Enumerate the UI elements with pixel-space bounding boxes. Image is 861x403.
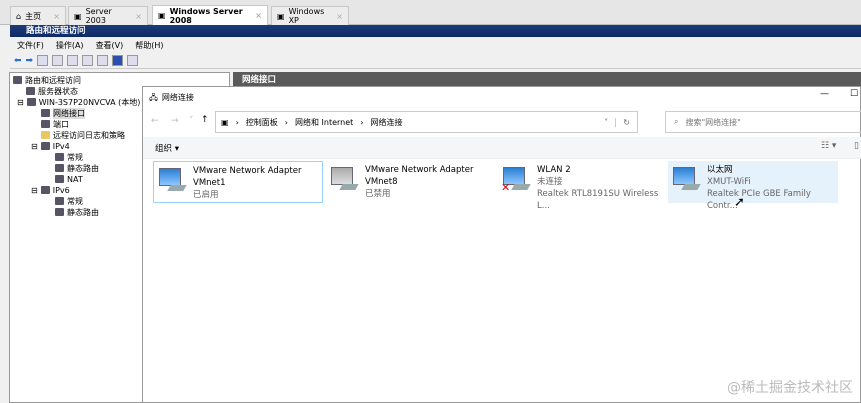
ethernet-adapter-icon: [671, 164, 701, 192]
breadcrumb-item[interactable]: 网络连接: [370, 117, 402, 128]
tree-item[interactable]: 端口: [41, 119, 69, 129]
preview-pane-icon[interactable]: ▯: [854, 141, 859, 151]
view-icon[interactable]: [127, 55, 139, 66]
disconnected-x-icon: ✕: [501, 181, 511, 194]
maximize-button[interactable]: ☐: [850, 89, 858, 99]
address-bar[interactable]: ▣ › 控制面板 › 网络和 Internet › 网络连接 ˅ ↻: [215, 111, 638, 133]
wireless-adapter-icon: ✕: [501, 164, 531, 194]
recent-dropdown[interactable]: ˅: [189, 116, 194, 126]
menu-action[interactable]: 操作(A): [56, 40, 84, 51]
server-icon: [26, 98, 36, 106]
back-button[interactable]: ←: [151, 116, 159, 126]
vm-icon: ▣: [158, 11, 166, 20]
tree-item[interactable]: 常规: [55, 196, 83, 206]
control-panel-icon: ▣: [221, 117, 229, 127]
refresh-icon[interactable]: [82, 55, 94, 66]
connection-wlan2[interactable]: ✕ WLAN 2 未连接 Realtek RTL8191SU Wireless L.…: [498, 161, 668, 211]
general-icon: [55, 197, 64, 205]
tab-server-2003[interactable]: ▣ Server 2003 ×: [68, 6, 148, 25]
collapse-icon[interactable]: ⊟: [31, 186, 38, 195]
general-icon: [55, 153, 64, 161]
status-icon: [26, 87, 35, 95]
protocol-icon: [40, 142, 50, 150]
tree-item[interactable]: 常规: [55, 152, 83, 162]
forward-icon[interactable]: ➡: [26, 56, 34, 66]
up-icon[interactable]: [37, 55, 49, 66]
organize-button[interactable]: 组织 ▾: [155, 142, 179, 154]
tab-windows-server-2008[interactable]: ▣ Windows Server 2008 ×: [152, 5, 268, 25]
route-icon: [55, 164, 64, 172]
minimize-button[interactable]: —: [820, 89, 829, 99]
breadcrumb-item[interactable]: 网络和 Internet: [295, 117, 353, 128]
browser-tab-bar: ⌂ 主页 × ▣ Server 2003 × ▣ Windows Server 2008 ×…: [0, 0, 861, 25]
show-hide-tree-icon[interactable]: [52, 55, 64, 66]
vm-icon: ▣: [277, 11, 285, 21]
window-title: 🖧 网络连接: [149, 92, 194, 106]
view-options-icon[interactable]: ☷ ▾: [821, 141, 836, 151]
tree-item[interactable]: 远程访问日志和策略: [41, 130, 125, 140]
menu-file[interactable]: 文件(F): [17, 40, 44, 51]
app-title-bar: 路由和远程访问: [10, 25, 861, 37]
watermark: @稀土掘金技术社区: [727, 380, 853, 396]
tree-item[interactable]: 静态路由: [55, 163, 99, 173]
tree-item[interactable]: ⊟ WIN-3S7P20NVCVA (本地): [17, 97, 140, 107]
forward-button[interactable]: →: [171, 116, 179, 126]
menu-bar: 文件(F) 操作(A) 查看(V) 帮助(H): [10, 38, 861, 53]
network-adapter-icon: [157, 165, 187, 193]
route-icon: [55, 208, 64, 216]
search-input[interactable]: ⌕ 搜索"网络连接": [665, 111, 861, 133]
nat-icon: [55, 175, 64, 183]
tree-item-selected[interactable]: 网络接口: [41, 107, 85, 119]
chevron-down-icon[interactable]: ˅: [604, 118, 608, 127]
protocol-icon: [40, 186, 50, 194]
close-icon[interactable]: ×: [53, 12, 60, 21]
search-icon: ⌕: [674, 117, 679, 126]
help-icon[interactable]: [112, 55, 124, 66]
vm-icon: ▣: [74, 11, 82, 21]
tab-home[interactable]: ⌂ 主页 ×: [10, 6, 66, 25]
tree-item[interactable]: NAT: [55, 174, 83, 184]
properties-icon[interactable]: [67, 55, 79, 66]
close-icon[interactable]: ×: [336, 12, 343, 21]
tree-item[interactable]: 服务器状态: [26, 86, 78, 96]
tree-item[interactable]: 路由和远程访问: [13, 75, 81, 85]
collapse-icon[interactable]: ⊟: [17, 98, 24, 107]
collapse-icon[interactable]: ⊟: [31, 142, 38, 151]
up-button[interactable]: ↑: [201, 115, 209, 125]
command-bar: 组织 ▾ ☷ ▾ ▯: [143, 137, 861, 159]
tree-item[interactable]: ⊟ IPv6: [31, 185, 70, 195]
network-icon: 🖧: [149, 93, 158, 102]
connection-vmnet8[interactable]: VMware Network Adapter VMnet8 已禁用: [326, 161, 496, 203]
home-icon: ⌂: [16, 11, 22, 21]
export-icon[interactable]: [97, 55, 109, 66]
network-adapter-disabled-icon: [329, 164, 359, 192]
tab-windows-xp[interactable]: ▣ Windows XP ×: [271, 6, 349, 25]
port-icon: [41, 120, 50, 128]
server-icon: [13, 76, 22, 84]
tree-item[interactable]: 静态路由: [55, 207, 99, 217]
menu-view[interactable]: 查看(V): [96, 40, 124, 51]
back-icon[interactable]: ⬅: [14, 56, 22, 66]
interface-icon: [41, 109, 50, 117]
connection-ethernet[interactable]: 以太网 XMUT-WiFi Realtek PCIe GBE Family Cont…: [668, 161, 838, 211]
connection-vmnet1[interactable]: VMware Network Adapter VMnet1 已启用: [153, 161, 323, 203]
network-connections-window: 🖧 网络连接 — ☐ ← → ˅ ↑ ▣ › 控制面板 › 网络和 Internet ›…: [142, 86, 861, 403]
close-icon[interactable]: ×: [135, 12, 142, 21]
breadcrumb-item[interactable]: 控制面板: [246, 117, 278, 128]
toolbar: ⬅ ➡: [10, 53, 861, 69]
folder-icon: [41, 131, 50, 139]
close-icon[interactable]: ×: [255, 11, 262, 20]
mouse-cursor-icon: ➚: [734, 195, 745, 210]
menu-help[interactable]: 帮助(H): [135, 40, 163, 51]
tree-item[interactable]: ⊟ IPv4: [31, 141, 70, 151]
refresh-button[interactable]: ↻: [615, 117, 637, 127]
